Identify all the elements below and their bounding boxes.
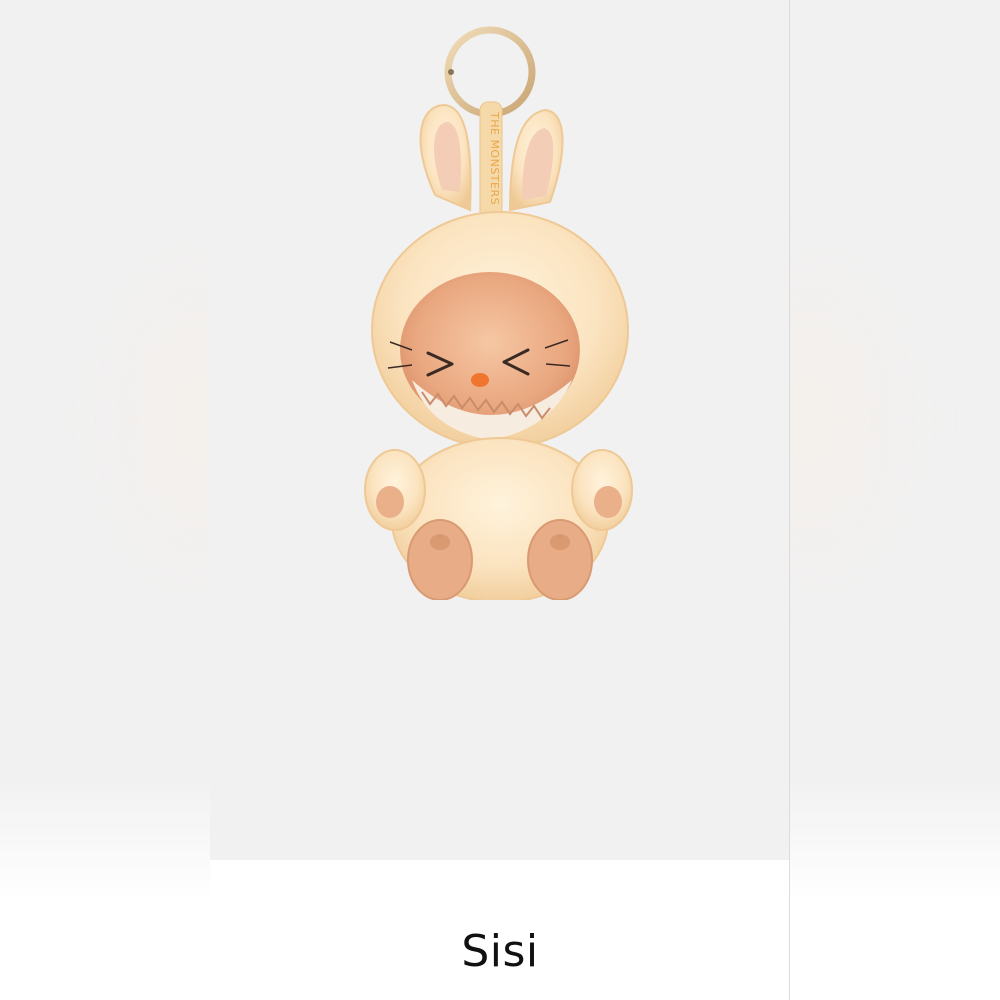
plush-keychain-illustration: THE MONSTERS (364, 26, 633, 600)
product-card[interactable]: THE MONSTERS Sisi (210, 0, 790, 1000)
product-page: THE MONSTERS Sisi (0, 0, 1000, 1000)
product-title[interactable]: Sisi (210, 926, 790, 977)
svg-text:THE MONSTERS: THE MONSTERS (488, 111, 501, 205)
divider-line (789, 0, 790, 1000)
key-ring-icon (444, 26, 536, 118)
product-image-area[interactable]: THE MONSTERS (210, 0, 790, 860)
